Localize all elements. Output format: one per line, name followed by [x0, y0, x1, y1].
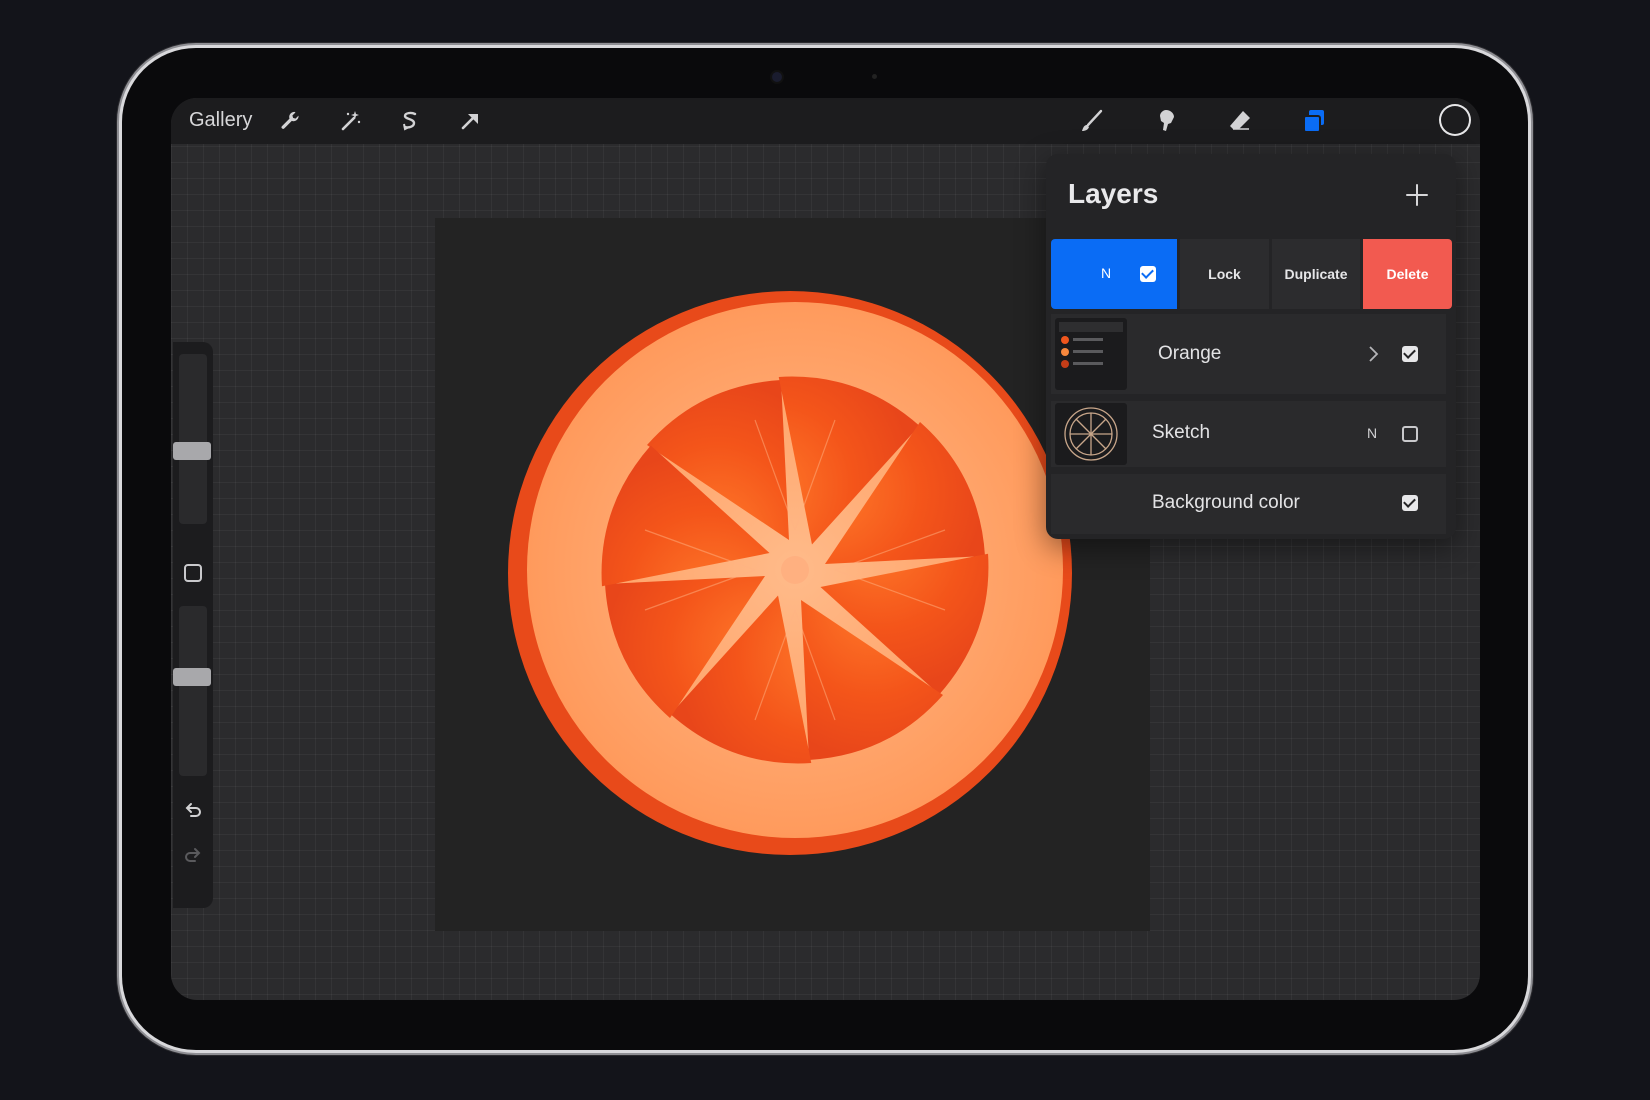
- selection-icon[interactable]: [395, 106, 425, 136]
- opacity-thumb[interactable]: [173, 668, 211, 686]
- procreate-screen: Gallery Layers N Lock Duplicate Delete O…: [171, 98, 1480, 1000]
- orange-slice-illustration: [508, 291, 1072, 855]
- brush-size-slider[interactable]: [173, 354, 211, 524]
- layer-actions-bar: N Lock Duplicate Delete: [1051, 239, 1452, 309]
- layers-icon[interactable]: [1299, 106, 1329, 136]
- blend-mode-label: N: [1101, 265, 1112, 281]
- transform-arrow-icon[interactable]: [455, 106, 485, 136]
- layer-visibility-checkbox[interactable]: [1402, 426, 1418, 442]
- blend-mode-label[interactable]: N: [1367, 425, 1377, 441]
- lock-button[interactable]: Lock: [1180, 239, 1269, 309]
- layer-row-orange[interactable]: Orange: [1051, 314, 1446, 394]
- eraser-icon[interactable]: [1225, 106, 1255, 136]
- brush-icon[interactable]: [1077, 106, 1107, 136]
- redo-icon[interactable]: [182, 845, 204, 867]
- magic-wand-icon[interactable]: [335, 106, 365, 136]
- top-toolbar: Gallery: [171, 98, 1480, 144]
- layer-row-sketch[interactable]: Sketch N: [1051, 401, 1446, 467]
- undo-icon[interactable]: [182, 800, 204, 822]
- blend-mode-button[interactable]: N: [1051, 239, 1177, 309]
- layers-title: Layers: [1068, 178, 1159, 209]
- delete-button[interactable]: Delete: [1363, 239, 1452, 309]
- sensor: [872, 74, 877, 79]
- layer-visibility-checkbox[interactable]: [1140, 266, 1156, 282]
- duplicate-button[interactable]: Duplicate: [1272, 239, 1360, 309]
- layer-visibility-checkbox[interactable]: [1402, 346, 1418, 362]
- layer-row-background[interactable]: Background color: [1051, 474, 1446, 534]
- layer-name: Background color: [1152, 492, 1300, 513]
- modify-button[interactable]: [184, 564, 202, 582]
- left-sidebar: [173, 342, 213, 908]
- chevron-right-icon[interactable]: [1366, 344, 1380, 364]
- wrench-icon[interactable]: [275, 106, 305, 136]
- layer-visibility-checkbox[interactable]: [1402, 495, 1418, 511]
- color-picker-button[interactable]: [1439, 104, 1471, 136]
- drawing-canvas[interactable]: [435, 218, 1150, 931]
- brush-size-thumb[interactable]: [173, 442, 211, 460]
- layer-thumbnail: [1055, 318, 1127, 390]
- front-camera: [772, 72, 782, 82]
- layer-thumbnail: [1055, 403, 1127, 465]
- gallery-button[interactable]: Gallery: [189, 109, 252, 132]
- add-layer-icon[interactable]: [1404, 182, 1430, 208]
- opacity-slider[interactable]: [173, 606, 211, 776]
- layer-name: Sketch: [1152, 422, 1211, 443]
- smudge-icon[interactable]: [1151, 106, 1181, 136]
- layer-name: Orange: [1158, 343, 1222, 364]
- layers-panel: Layers N Lock Duplicate Delete Orange Sk…: [1046, 154, 1456, 539]
